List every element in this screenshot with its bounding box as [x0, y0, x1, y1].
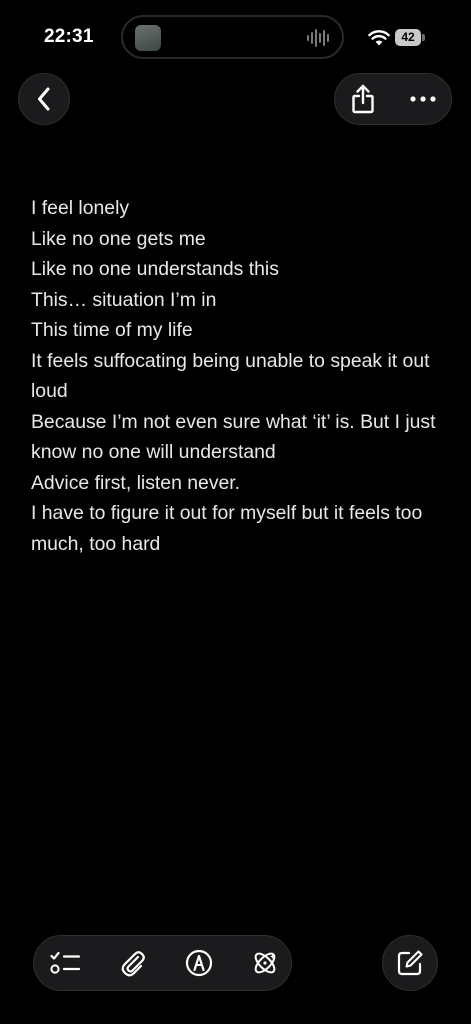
note-line: Advice first, listen never.: [31, 471, 241, 494]
writing-tools-button[interactable]: [240, 936, 290, 990]
writing-tools-icon: [254, 952, 276, 974]
chevron-left-icon: [38, 87, 50, 111]
note-line: I have to figure it out for myself but i…: [31, 502, 423, 555]
note-line: Like no one understands this: [31, 258, 279, 280]
checklist-button[interactable]: [40, 936, 90, 990]
more-options-button[interactable]: [395, 74, 451, 124]
new-note-button[interactable]: [382, 935, 438, 991]
back-button[interactable]: [18, 73, 70, 125]
ellipsis-icon: [410, 96, 436, 102]
note-line: It feels suffocating being unable to spe…: [31, 349, 430, 403]
dynamic-island[interactable]: [121, 15, 344, 59]
wifi-icon: [368, 30, 390, 46]
note-line: I feel lonely: [31, 197, 130, 219]
paperclip-icon: [121, 951, 145, 977]
markup-pen-icon: [185, 949, 213, 977]
note-text-body[interactable]: I feel lonely Like no one gets me Like n…: [31, 193, 451, 559]
status-time: 22:31: [44, 26, 94, 47]
attachment-button[interactable]: [108, 936, 158, 990]
battery-level: 42: [395, 29, 421, 46]
markup-button[interactable]: [174, 936, 224, 990]
note-line: This time of my life: [31, 319, 193, 341]
note-toolbar: [33, 935, 292, 991]
audio-waveform-icon: [307, 29, 329, 47]
note-line: Because I’m not even sure what ‘it’ is. …: [31, 410, 436, 464]
note-line: This… situation I’m in: [31, 288, 217, 311]
battery-tip: [422, 34, 425, 41]
share-icon: [352, 84, 374, 114]
checklist-icon: [50, 951, 81, 974]
now-playing-artwork: [135, 25, 161, 51]
battery-indicator: 42: [395, 29, 425, 46]
note-line: Like no one gets me: [31, 227, 206, 250]
compose-icon: [397, 950, 423, 976]
share-button[interactable]: [335, 74, 391, 124]
top-actions-group: [334, 73, 452, 125]
